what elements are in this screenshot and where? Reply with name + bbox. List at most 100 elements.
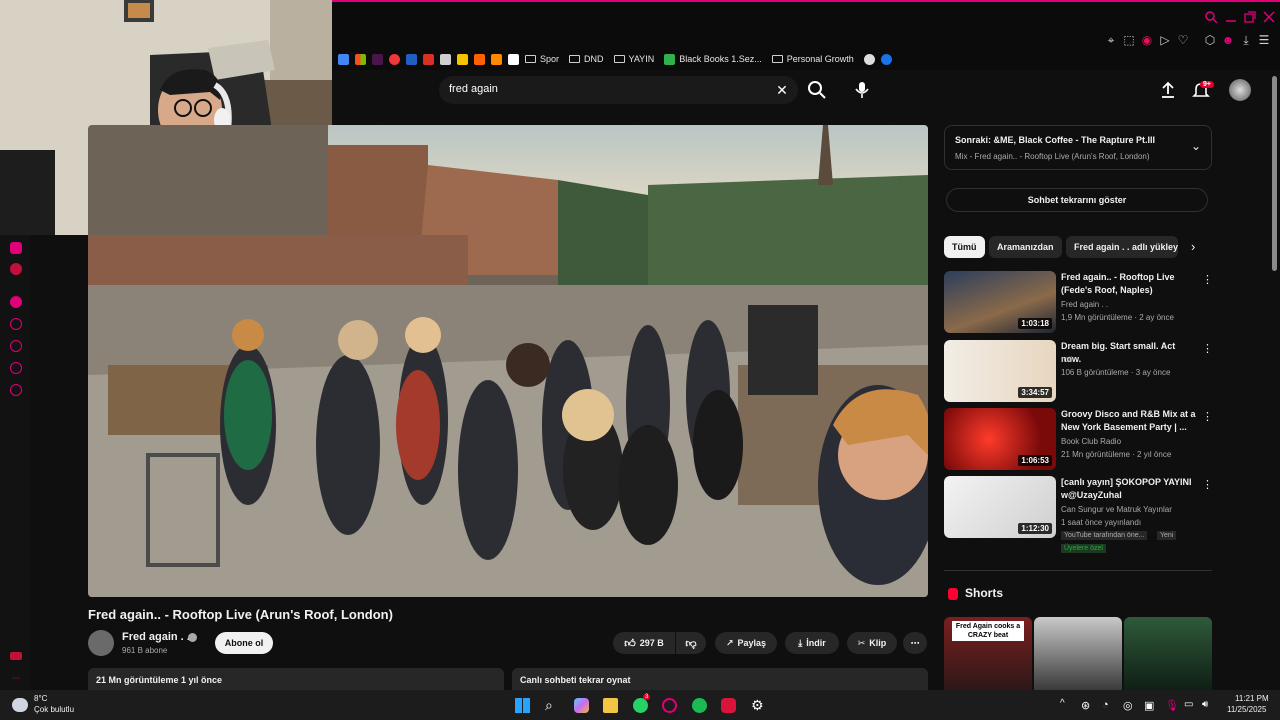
- bookmark-folder[interactable]: YAYIN: [613, 54, 654, 64]
- microsoft-icon[interactable]: [355, 53, 366, 65]
- upload-icon[interactable]: [1158, 80, 1178, 100]
- hb-icon[interactable]: [474, 53, 485, 65]
- like-button[interactable]: 👍︎ 297 B: [613, 632, 675, 654]
- spotify-icon[interactable]: [692, 698, 707, 713]
- description-box[interactable]: 21 Mn görüntüleme 1 yıl önce: [88, 668, 504, 690]
- more-actions-button[interactable]: ⋯: [903, 632, 927, 654]
- copilot-icon[interactable]: [574, 698, 589, 713]
- short-thumbnail[interactable]: Fred Again cooks a CRAZY beat: [944, 617, 1032, 690]
- clock-time[interactable]: 11:21 PM: [1235, 694, 1269, 703]
- more-icon[interactable]: ⋯: [10, 672, 22, 684]
- trash-icon[interactable]: [440, 53, 451, 65]
- clock-date[interactable]: 11/25/2025: [1227, 705, 1266, 714]
- bookmark-folder[interactable]: Spor: [525, 54, 559, 64]
- chat-replay-panel[interactable]: Canlı sohbeti tekrar oynat: [512, 668, 928, 690]
- display-icon[interactable]: ▭: [1184, 699, 1199, 714]
- bookmark-folder[interactable]: DND: [569, 54, 604, 64]
- search-icon[interactable]: ⌕: [545, 698, 560, 713]
- settings-icon[interactable]: ⚙: [751, 698, 766, 713]
- close-icon[interactable]: [1262, 10, 1276, 24]
- pin-icon[interactable]: ⌖: [1104, 33, 1118, 47]
- file-explorer-icon[interactable]: [603, 698, 618, 713]
- blue-circle-icon[interactable]: [880, 53, 892, 65]
- microphone-icon[interactable]: [850, 78, 874, 102]
- profile-icon[interactable]: ☻: [1221, 33, 1235, 47]
- minimize-icon[interactable]: [1224, 10, 1238, 24]
- download-icon[interactable]: ⤓: [1239, 33, 1253, 47]
- short-thumbnail[interactable]: [1034, 617, 1122, 690]
- settings-icon[interactable]: [863, 53, 875, 65]
- folder-icon: [569, 55, 581, 63]
- download-button[interactable]: ⤓ İndir: [785, 632, 839, 654]
- tray-app-icon[interactable]: ⊛: [1081, 699, 1096, 714]
- record-icon[interactable]: [10, 296, 22, 308]
- tray-chevron-icon[interactable]: ^: [1060, 698, 1065, 709]
- app-icon[interactable]: [721, 698, 736, 713]
- slack-icon[interactable]: [372, 53, 383, 65]
- account-avatar[interactable]: [1229, 79, 1251, 101]
- recommendation-item[interactable]: 1:06:53 Groovy Disco and R&B Mix at a Ne…: [944, 408, 1214, 472]
- box-icon[interactable]: [10, 362, 22, 374]
- send-icon[interactable]: [10, 318, 22, 330]
- extension-icon[interactable]: [10, 263, 22, 275]
- tray-app-icon[interactable]: ▣: [1144, 699, 1159, 714]
- docs-icon[interactable]: [338, 53, 349, 65]
- pocket-icon[interactable]: ◉: [1140, 33, 1154, 47]
- up-next-panel[interactable]: Sonraki: &ME, Black Coffee - The Rapture…: [944, 125, 1212, 170]
- more-options-icon[interactable]: ⋮: [1202, 342, 1213, 356]
- amazon-icon[interactable]: [508, 53, 519, 65]
- share-button[interactable]: ↗ Paylaş: [715, 632, 777, 654]
- clear-search-icon[interactable]: ✕: [772, 80, 792, 100]
- play-icon[interactable]: ▷: [1158, 33, 1172, 47]
- s-icon[interactable]: [457, 53, 468, 65]
- restore-icon[interactable]: [1243, 10, 1257, 24]
- orange-icon[interactable]: [491, 53, 502, 65]
- show-chat-replay-button[interactable]: Sohbet tekrarını göster: [946, 188, 1208, 212]
- discord-icon[interactable]: [10, 242, 22, 254]
- dislike-button[interactable]: 👎︎: [676, 632, 706, 654]
- more-options-icon[interactable]: ⋮: [1202, 410, 1213, 424]
- recommendation-item[interactable]: 3:34:57 Dream big. Start small. Act now.…: [944, 340, 1214, 404]
- chip-from-uploader[interactable]: Fred again . . adlı yükley: [1066, 236, 1178, 258]
- bookmark-link[interactable]: Black Books 1.Sez...: [664, 53, 762, 65]
- members-only-badge: Üyelere özel: [1061, 544, 1106, 553]
- more-options-icon[interactable]: ⋮: [1202, 273, 1213, 287]
- share-label: Paylaş: [737, 638, 767, 648]
- search-input[interactable]: fred again ✕: [439, 76, 798, 104]
- menu-icon[interactable]: ☰: [1257, 33, 1271, 47]
- channel-name[interactable]: Fred again . .: [122, 631, 190, 643]
- chip-all[interactable]: Tümü: [944, 236, 985, 258]
- weather-icon[interactable]: [12, 698, 28, 712]
- bookmark-folder[interactable]: Personal Growth: [771, 54, 854, 64]
- opera-icon[interactable]: [662, 698, 677, 713]
- mail-icon[interactable]: [10, 652, 22, 660]
- recommendation-item[interactable]: 1:03:18 Fred again.. - Rooftop Live (Fed…: [944, 271, 1214, 335]
- tray-app-icon[interactable]: ◎: [1123, 699, 1138, 714]
- more-options-icon[interactable]: ⋮: [1202, 478, 1213, 492]
- subscribe-button[interactable]: Abone ol: [215, 632, 273, 654]
- whatsapp-icon[interactable]: [633, 698, 648, 713]
- tray-app-icon[interactable]: ◔: [1102, 699, 1117, 714]
- video-player[interactable]: [88, 125, 928, 597]
- short-thumbnail[interactable]: [1124, 617, 1212, 690]
- clip-button[interactable]: ✂ Klip: [847, 632, 897, 654]
- channel-avatar[interactable]: [88, 630, 114, 656]
- snapshot-icon[interactable]: ⬚: [1122, 33, 1136, 47]
- recommendation-item[interactable]: 1:12:30 [canlı yayın] ŞOKOPOP YAYINI w@U…: [944, 476, 1214, 558]
- chip-from-search[interactable]: Aramanızdan: [989, 236, 1062, 258]
- windows-start-icon[interactable]: [515, 698, 530, 713]
- arrow-icon[interactable]: [406, 53, 417, 65]
- settings-icon[interactable]: [10, 384, 22, 396]
- history-icon[interactable]: [10, 340, 22, 352]
- volume-icon[interactable]: 🔊︎: [1202, 699, 1217, 714]
- heart-icon[interactable]: ♡: [1176, 33, 1190, 47]
- search-icon[interactable]: [1204, 10, 1218, 24]
- chevron-down-icon[interactable]: ⌄: [1191, 139, 1201, 153]
- extensions-icon[interactable]: ⬡: [1203, 33, 1217, 47]
- scrollbar[interactable]: [1272, 76, 1277, 271]
- search-icon[interactable]: [805, 78, 829, 102]
- microphone-icon[interactable]: 🎙︎: [1165, 699, 1180, 714]
- vivaldi-icon[interactable]: [389, 53, 400, 65]
- pdf-icon[interactable]: [423, 53, 434, 65]
- chevron-right-icon[interactable]: ›: [1191, 239, 1195, 254]
